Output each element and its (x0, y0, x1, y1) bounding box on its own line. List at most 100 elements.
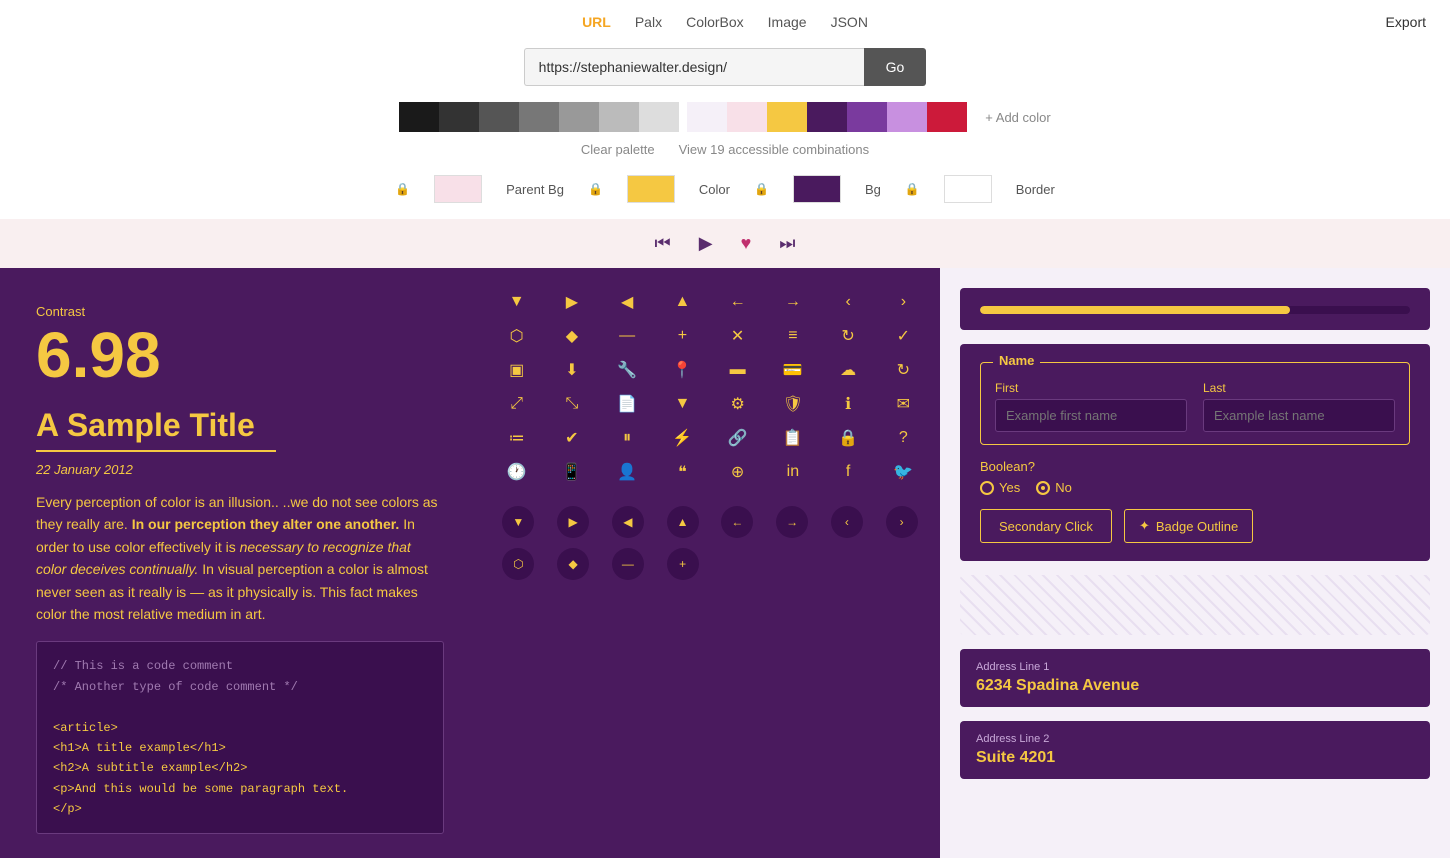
swatch-3[interactable] (479, 102, 519, 132)
icon-user[interactable]: 👤 (617, 462, 637, 482)
icon-circle-arrow-up[interactable]: ▲ (667, 506, 699, 538)
icon-refresh[interactable]: ↻ (841, 326, 854, 346)
icon-linkedin[interactable]: in (787, 463, 799, 481)
icon-pin[interactable]: 📍 (672, 360, 692, 380)
address-line1-card: Address Line 1 6234 Spadina Avenue (960, 649, 1430, 707)
radio-yes[interactable]: Yes (980, 480, 1020, 495)
swatch-4[interactable] (519, 102, 559, 132)
nav-colorbox[interactable]: ColorBox (686, 14, 744, 30)
icon-circle-diamond[interactable]: ◆ (557, 548, 589, 580)
swatch-7[interactable] (639, 102, 679, 132)
swatch-6[interactable] (599, 102, 639, 132)
swatch-13[interactable] (847, 102, 887, 132)
icon-sync[interactable]: ↻ (897, 360, 910, 380)
icon-caret-left[interactable]: ‹ (845, 293, 850, 311)
icon-doc[interactable]: 📄 (617, 394, 637, 414)
icon-pause[interactable]: ⏸ (623, 429, 631, 447)
icon-list[interactable]: ≔ (509, 428, 525, 448)
icon-filter[interactable]: ▼ (674, 395, 690, 413)
icon-expand-arrows[interactable]: ⤢ (510, 395, 523, 413)
icon-clock[interactable]: 🕐 (507, 462, 527, 482)
rewind-button[interactable]: ⏮ (655, 233, 671, 254)
swatch-9[interactable] (727, 102, 767, 132)
clear-palette-link[interactable]: Clear palette (581, 142, 655, 157)
export-button[interactable]: Export (1386, 14, 1426, 30)
first-name-input[interactable] (995, 399, 1187, 432)
nav-json[interactable]: JSON (831, 14, 868, 30)
accessible-combinations-link[interactable]: View 19 accessible combinations (679, 142, 870, 157)
icon-circle-arrow-down[interactable]: ▼ (502, 506, 534, 538)
icon-expand[interactable]: ⬡ (510, 326, 524, 346)
border-swatch[interactable] (944, 175, 992, 203)
go-button[interactable]: Go (864, 48, 927, 86)
icon-facebook[interactable]: f (846, 463, 850, 481)
swatch-5[interactable] (559, 102, 599, 132)
swatch-16[interactable] (927, 102, 967, 132)
swatch-14[interactable] (887, 102, 927, 132)
swatch-8[interactable] (687, 102, 727, 132)
forward-button[interactable]: ⏭ (779, 233, 795, 254)
icon-caret-right[interactable]: › (901, 293, 906, 311)
icon-menu[interactable]: ≡ (788, 327, 797, 345)
icon-download[interactable]: ⬇ (565, 360, 578, 380)
swatch-2[interactable] (439, 102, 479, 132)
swatch-12[interactable] (807, 102, 847, 132)
icon-lock[interactable]: 🔒 (838, 428, 858, 448)
icon-compress[interactable]: ⤡ (565, 395, 578, 413)
icon-circle-arrow-right[interactable]: ▶ (557, 506, 589, 538)
swatch-1[interactable] (399, 102, 439, 132)
icon-arrow-down[interactable]: ▼ (509, 293, 525, 311)
add-color-button[interactable]: + Add color (985, 110, 1050, 125)
icon-circle-plus[interactable]: + (667, 548, 699, 580)
secondary-click-button[interactable]: Secondary Click (980, 509, 1112, 543)
nav-palx[interactable]: Palx (635, 14, 662, 30)
badge-outline-button[interactable]: ✦ Badge Outline (1124, 509, 1253, 543)
icon-circle-minus[interactable]: — (612, 548, 644, 580)
icon-quote[interactable]: ❝ (678, 462, 687, 482)
icon-clipboard[interactable]: 📋 (783, 428, 803, 448)
last-name-input[interactable] (1203, 399, 1395, 432)
icon-left[interactable]: ← (730, 293, 746, 311)
icon-card[interactable]: 💳 (783, 360, 803, 380)
icon-circle-caret-left[interactable]: ‹ (831, 506, 863, 538)
nav-url[interactable]: URL (582, 14, 611, 30)
icon-gear[interactable]: ⚙ (730, 394, 744, 414)
icon-phone[interactable]: 📱 (562, 462, 582, 482)
icon-right[interactable]: → (785, 293, 801, 311)
icon-arrow-up[interactable]: ▲ (674, 293, 690, 311)
icon-comment[interactable]: ▬ (730, 361, 746, 379)
icon-cloud[interactable]: ☁ (840, 360, 856, 380)
icon-mail[interactable]: ✉ (897, 394, 910, 414)
icon-check[interactable]: ✓ (897, 326, 910, 346)
icon-circle-expand[interactable]: ⬡ (502, 548, 534, 580)
heart-button[interactable]: ♥ (741, 233, 752, 254)
swatch-11[interactable] (767, 102, 807, 132)
icon-question[interactable]: ? (899, 429, 908, 447)
icon-link[interactable]: 🔗 (728, 428, 748, 448)
nav-image[interactable]: Image (768, 14, 807, 30)
icon-github[interactable]: ⊕ (731, 462, 744, 482)
icon-server[interactable]: ▣ (509, 360, 524, 380)
icon-arrow-left[interactable]: ◀ (621, 292, 633, 312)
icon-shield[interactable]: 🛡 (783, 394, 803, 414)
icon-circle-left[interactable]: ← (721, 506, 753, 538)
icon-twitter[interactable]: 🐦 (893, 462, 913, 482)
icon-circle-right[interactable]: → (776, 506, 808, 538)
icon-close[interactable]: ✕ (731, 326, 744, 346)
color-swatch[interactable] (627, 175, 675, 203)
icon-circle-arrow-left[interactable]: ◀ (612, 506, 644, 538)
icon-wrench[interactable]: 🔧 (617, 360, 637, 380)
url-input[interactable] (524, 48, 864, 86)
radio-no[interactable]: No (1036, 480, 1072, 495)
icon-arrow-right[interactable]: ▶ (566, 292, 578, 312)
play-button[interactable]: ▶ (699, 233, 713, 254)
parent-bg-swatch[interactable] (434, 175, 482, 203)
icon-minus[interactable]: — (619, 327, 635, 345)
icon-checkmark[interactable]: ✔ (565, 428, 578, 448)
icon-bolt[interactable]: ⚡ (672, 428, 692, 448)
icon-plus[interactable]: + (678, 327, 687, 345)
icon-circle-caret-right[interactable]: › (886, 506, 918, 538)
bg-swatch[interactable] (793, 175, 841, 203)
icon-diamond[interactable]: ◆ (566, 326, 578, 346)
icon-info[interactable]: ℹ (845, 394, 851, 414)
